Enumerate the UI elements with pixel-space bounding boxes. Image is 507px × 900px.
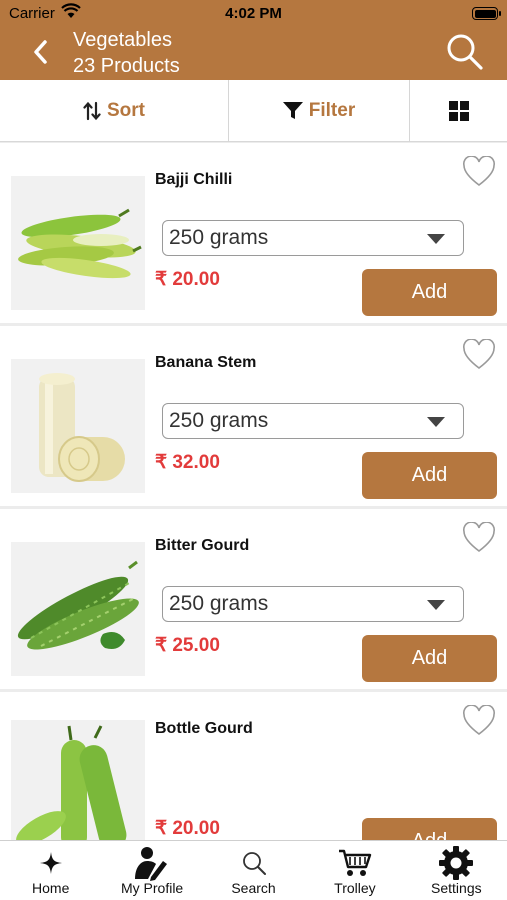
- add-to-cart-button[interactable]: Add: [362, 269, 497, 316]
- tab-label: Home: [32, 880, 70, 896]
- filter-funnel-icon: [282, 102, 303, 120]
- product-name[interactable]: Bottle Gourd: [155, 720, 253, 738]
- heart-icon: [463, 155, 495, 187]
- product-list[interactable]: Bajji Chilli 250 grams ₹ 20.00 Add Banan…: [0, 143, 507, 840]
- quantity-select[interactable]: 250 grams: [162, 220, 464, 256]
- search-icon: [242, 852, 266, 875]
- product-card: Bajji Chilli 250 grams ₹ 20.00 Add: [0, 143, 507, 323]
- cart-icon: [338, 849, 372, 876]
- product-card: Bottle Gourd ₹ 20.00 Add: [0, 692, 507, 840]
- product-count: 23 Products: [73, 55, 180, 77]
- wishlist-button[interactable]: [462, 704, 496, 737]
- battery-icon: [472, 7, 501, 20]
- dropdown-caret-icon: [427, 417, 445, 427]
- tab-trolley[interactable]: Trolley: [304, 841, 405, 900]
- grid-view-icon: [448, 101, 469, 121]
- heart-icon: [463, 338, 495, 370]
- sort-label: Sort: [107, 100, 145, 121]
- product-image-bajji-chilli[interactable]: [11, 176, 145, 310]
- quantity-value: 250 grams: [169, 592, 269, 615]
- chevron-left-icon: [34, 40, 47, 64]
- tab-settings[interactable]: Settings: [406, 841, 507, 900]
- product-image-banana-stem[interactable]: [11, 359, 145, 493]
- header-search-button[interactable]: [445, 32, 485, 72]
- gear-icon: [439, 846, 474, 880]
- tab-label: Settings: [431, 880, 482, 896]
- status-bar: Carrier 4:02 PM: [0, 0, 507, 28]
- quantity-select[interactable]: 250 grams: [162, 586, 464, 622]
- dropdown-caret-icon: [427, 600, 445, 610]
- status-time: 4:02 PM: [225, 5, 282, 22]
- add-to-cart-button[interactable]: Add: [362, 818, 497, 840]
- profile-edit-icon: [135, 847, 168, 881]
- product-name[interactable]: Bitter Gourd: [155, 537, 249, 555]
- back-button[interactable]: [22, 30, 58, 74]
- dropdown-caret-icon: [427, 234, 445, 244]
- quantity-value: 250 grams: [169, 409, 269, 432]
- tab-search[interactable]: Search: [203, 841, 304, 900]
- product-price: ₹ 25.00: [155, 635, 220, 656]
- filter-button[interactable]: Filter: [228, 80, 409, 142]
- add-to-cart-button[interactable]: Add: [362, 635, 497, 682]
- sort-button[interactable]: Sort: [0, 80, 228, 142]
- product-card: Bitter Gourd 250 grams ₹ 25.00 Add: [0, 509, 507, 689]
- add-to-cart-button[interactable]: Add: [362, 452, 497, 499]
- product-image-bitter-gourd[interactable]: [11, 542, 145, 676]
- tab-label: My Profile: [120, 880, 184, 896]
- wishlist-button[interactable]: [462, 155, 496, 188]
- app-header: Carrier 4:02 PM Vegetables 23 Products: [0, 0, 507, 80]
- product-price: ₹ 32.00: [155, 452, 220, 473]
- bottom-tab-bar: Home My Profile Search Trolley Settings: [0, 840, 507, 900]
- tab-home[interactable]: Home: [0, 841, 101, 900]
- sort-filter-toolbar: Sort Filter: [0, 80, 507, 142]
- product-price: ₹ 20.00: [155, 818, 220, 839]
- product-name[interactable]: Bajji Chilli: [155, 171, 232, 189]
- page-title: Vegetables 23 Products: [73, 27, 180, 79]
- wishlist-button[interactable]: [462, 338, 496, 371]
- category-title: Vegetables: [73, 29, 172, 51]
- product-price: ₹ 20.00: [155, 269, 220, 290]
- product-image-bottle-gourd[interactable]: [11, 720, 145, 840]
- sort-arrows-icon: [83, 101, 101, 121]
- filter-label: Filter: [308, 100, 356, 121]
- search-icon: [447, 34, 483, 70]
- product-card: Banana Stem 250 grams ₹ 32.00 Add: [0, 326, 507, 506]
- tab-label: Trolley: [334, 880, 376, 896]
- wishlist-button[interactable]: [462, 521, 496, 554]
- sparkle-icon: [39, 852, 62, 874]
- tab-label: Search: [231, 880, 276, 896]
- grid-view-button[interactable]: [409, 80, 507, 142]
- heart-icon: [463, 521, 495, 553]
- heart-icon: [463, 704, 495, 736]
- tab-my-profile[interactable]: My Profile: [101, 841, 202, 900]
- quantity-select[interactable]: 250 grams: [162, 403, 464, 439]
- quantity-value: 250 grams: [169, 226, 269, 249]
- product-name[interactable]: Banana Stem: [155, 354, 256, 372]
